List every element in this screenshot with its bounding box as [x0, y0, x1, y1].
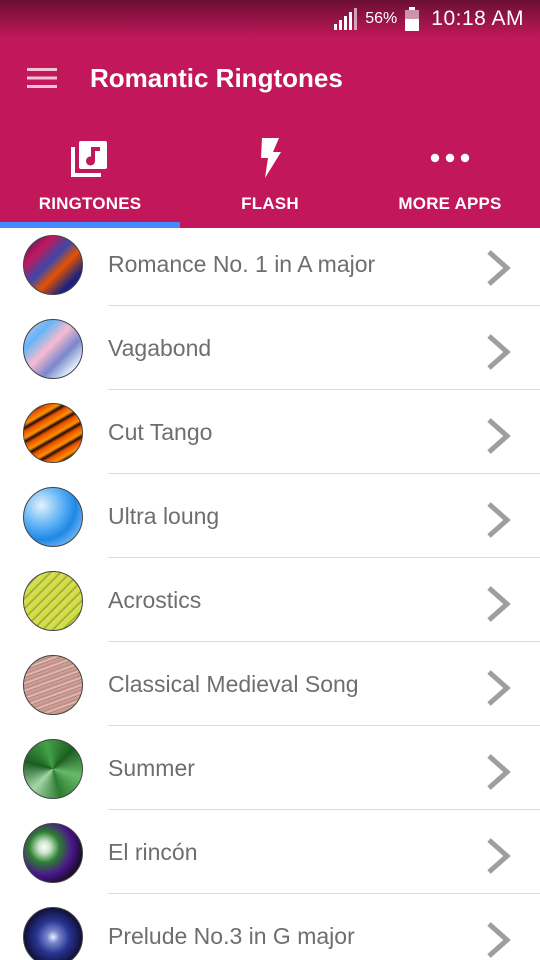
ringtone-thumbnail	[23, 487, 83, 547]
music-library-icon	[71, 141, 107, 177]
list-item[interactable]: Vagabond	[0, 310, 540, 394]
tab-label-more-apps: MORE APPS	[398, 194, 502, 213]
ringtone-title: El rincón	[108, 839, 198, 865]
ringtone-thumbnail	[23, 907, 83, 960]
row-divider	[108, 893, 540, 894]
more-dots-icon	[430, 153, 470, 163]
row-divider	[108, 473, 540, 474]
toolbar: Romantic Ringtones	[0, 38, 540, 118]
status-bar: 56% 10:18 AM	[0, 0, 540, 38]
flash-icon	[261, 138, 281, 178]
ringtone-thumbnail	[23, 739, 83, 799]
chevron-right-icon	[487, 670, 511, 706]
row-divider	[108, 389, 540, 390]
ringtone-title: Classical Medieval Song	[108, 671, 359, 697]
hamburger-menu-icon	[27, 68, 57, 88]
tab-flash[interactable]: FLASH	[180, 118, 360, 228]
ringtone-thumbnail	[23, 235, 83, 295]
menu-button[interactable]	[0, 38, 84, 118]
chevron-right-icon	[487, 754, 511, 790]
tab-bar: RINGTONES FLASH MORE APPS	[0, 118, 540, 228]
list-item[interactable]: Romance No. 1 in A major	[0, 226, 540, 310]
ringtone-thumbnail	[23, 319, 83, 379]
ringtone-title: Acrostics	[108, 587, 202, 613]
chevron-right-icon	[487, 838, 511, 874]
list-item[interactable]: Classical Medieval Song	[0, 646, 540, 730]
list-item[interactable]: Acrostics	[0, 562, 540, 646]
ringtone-thumbnail	[23, 403, 83, 463]
ringtone-thumbnail	[23, 571, 83, 631]
app-header: 56% 10:18 AM Romantic Ringtones RINGTONE…	[0, 0, 540, 228]
chevron-right-icon	[487, 334, 511, 370]
ringtone-thumbnail	[23, 655, 83, 715]
row-divider	[108, 557, 540, 558]
tab-label-ringtones: RINGTONES	[38, 194, 142, 213]
row-divider	[108, 725, 540, 726]
signal-icon	[334, 8, 358, 30]
battery-percent: 56%	[365, 10, 398, 27]
chevron-right-icon	[487, 586, 511, 622]
battery-icon	[405, 7, 420, 31]
list-item[interactable]: El rincón	[0, 814, 540, 898]
chevron-right-icon	[487, 250, 511, 286]
list-item[interactable]: Prelude No.3 in G major	[0, 898, 540, 960]
tab-more-apps[interactable]: MORE APPS	[360, 118, 540, 228]
status-time: 10:18 AM	[431, 7, 524, 30]
list-item[interactable]: Summer	[0, 730, 540, 814]
ringtone-title: Ultra loung	[108, 503, 220, 529]
app-title: Romantic Ringtones	[90, 62, 343, 93]
row-divider	[108, 641, 540, 642]
tab-ringtones[interactable]: RINGTONES	[0, 118, 180, 228]
list-item[interactable]: Ultra loung	[0, 478, 540, 562]
row-divider	[108, 809, 540, 810]
tab-label-flash: FLASH	[241, 194, 299, 213]
ringtone-thumbnail	[23, 823, 83, 883]
ringtone-title: Romance No. 1 in A major	[108, 251, 376, 277]
ringtone-title: Vagabond	[108, 335, 212, 361]
ringtone-title: Summer	[108, 755, 195, 781]
ringtone-title: Prelude No.3 in G major	[108, 923, 355, 949]
ringtone-list[interactable]: Romance No. 1 in A major Vagabond Cut Ta…	[0, 228, 540, 960]
chevron-right-icon	[487, 922, 511, 958]
chevron-right-icon	[487, 418, 511, 454]
list-item[interactable]: Cut Tango	[0, 394, 540, 478]
chevron-right-icon	[487, 502, 511, 538]
ringtone-title: Cut Tango	[108, 419, 213, 445]
row-divider	[108, 305, 540, 306]
